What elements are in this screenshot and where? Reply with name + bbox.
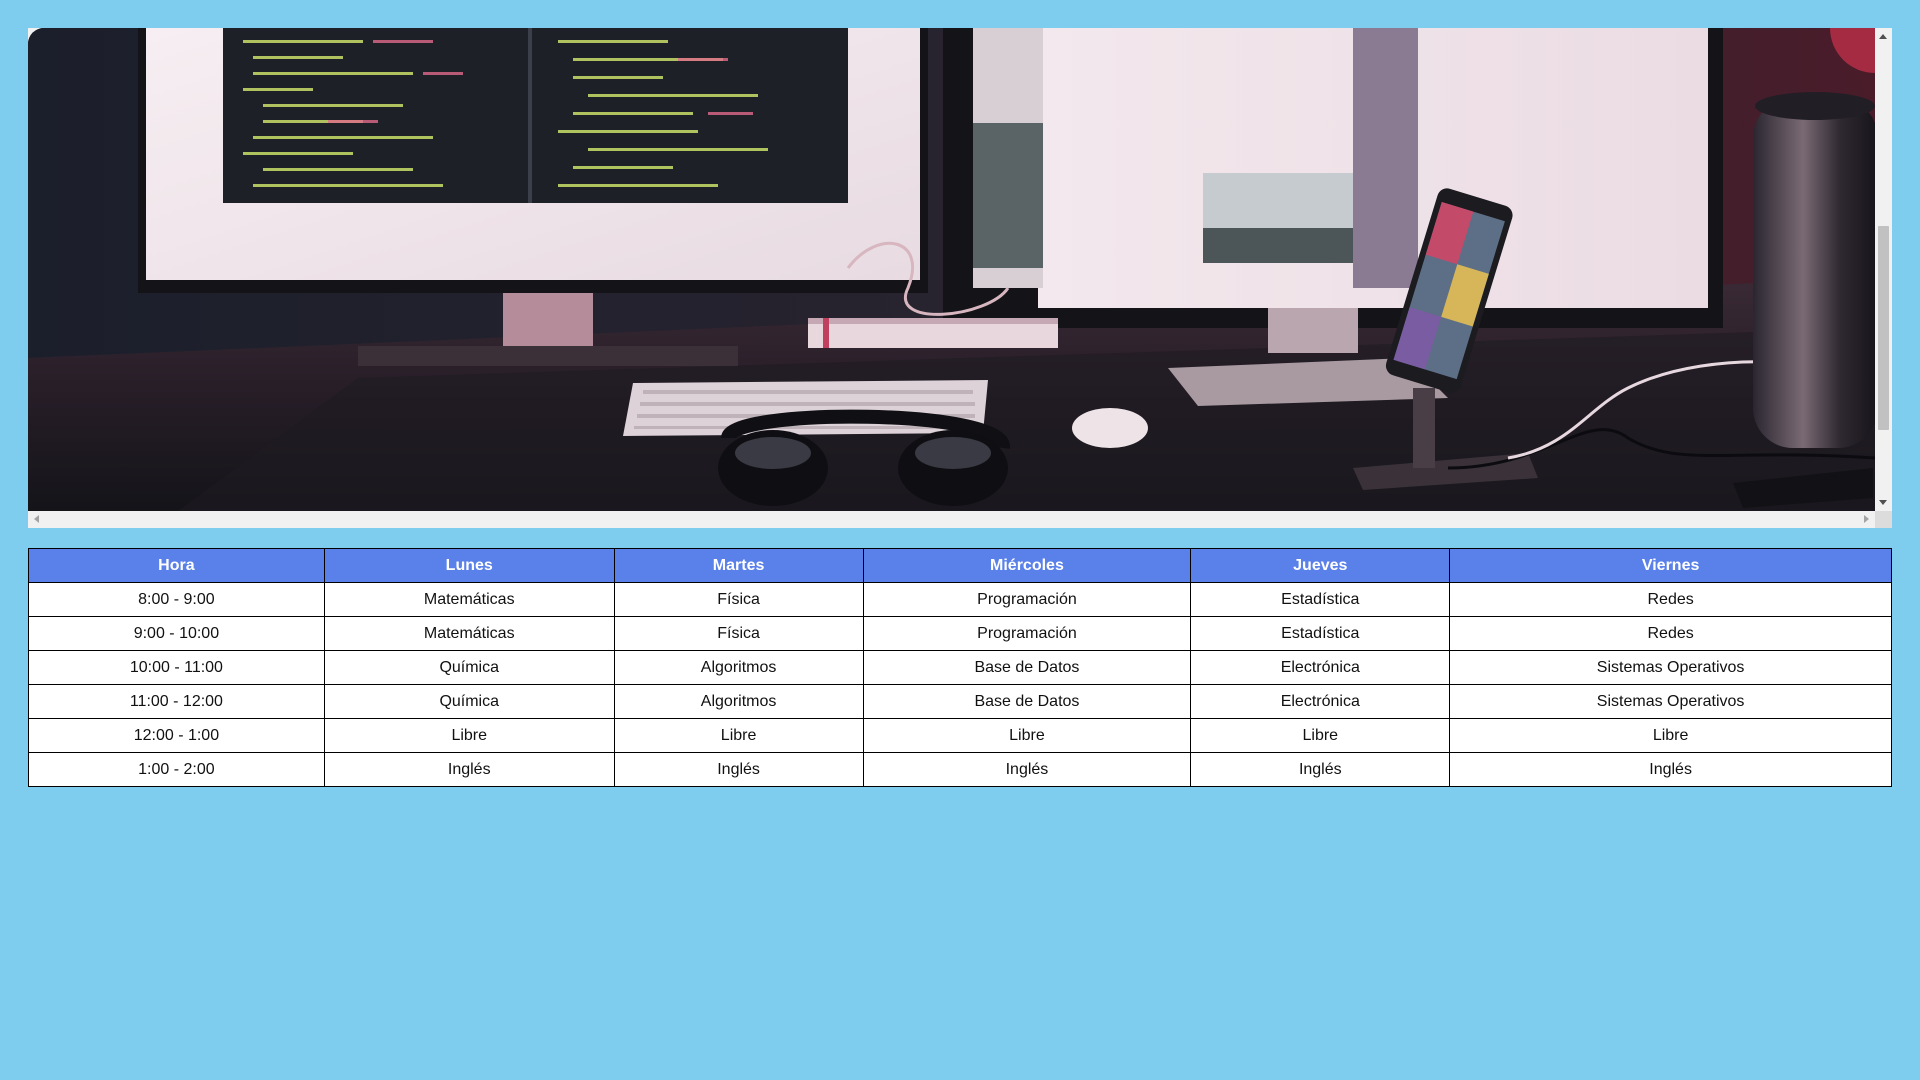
schedule-body: 8:00 - 9:00 Matemáticas Física Programac… — [28, 582, 1892, 787]
vertical-scrollbar[interactable] — [1875, 28, 1892, 511]
cell-hora: 9:00 - 10:00 — [28, 616, 325, 651]
schedule-header: Hora Lunes Martes Miércoles Jueves Viern… — [28, 548, 1892, 583]
scroll-right-arrow-icon[interactable] — [1864, 515, 1869, 523]
cell-lunes: Química — [323, 684, 615, 719]
desk-setup-photo — [28, 28, 1875, 511]
cell-viernes: Redes — [1449, 616, 1892, 651]
horizontal-scrollbar[interactable] — [28, 511, 1875, 528]
cell-jueves: Electrónica — [1190, 684, 1451, 719]
cell-martes: Algoritmos — [613, 650, 864, 685]
table-row: 9:00 - 10:00 Matemáticas Física Programa… — [28, 616, 1892, 651]
cell-martes: Física — [613, 616, 864, 651]
banner-image-frame — [28, 28, 1892, 528]
cell-martes: Inglés — [613, 752, 864, 787]
header-hora: Hora — [28, 548, 325, 583]
cell-miercoles: Programación — [862, 582, 1192, 617]
cell-jueves: Estadística — [1190, 582, 1451, 617]
cell-viernes: Redes — [1449, 582, 1892, 617]
cell-viernes: Inglés — [1449, 752, 1892, 787]
cell-martes: Libre — [613, 718, 864, 753]
cell-hora: 12:00 - 1:00 — [28, 718, 325, 753]
cell-lunes: Matemáticas — [323, 582, 615, 617]
cell-lunes: Libre — [323, 718, 615, 753]
cell-miercoles: Programación — [862, 616, 1192, 651]
cell-lunes: Química — [323, 650, 615, 685]
cell-martes: Algoritmos — [613, 684, 864, 719]
cell-miercoles: Base de Datos — [862, 684, 1192, 719]
scroll-down-arrow-icon[interactable] — [1879, 500, 1887, 505]
cell-jueves: Electrónica — [1190, 650, 1451, 685]
cell-martes: Física — [613, 582, 864, 617]
cell-jueves: Libre — [1190, 718, 1451, 753]
header-miercoles: Miércoles — [862, 548, 1192, 583]
header-martes: Martes — [613, 548, 864, 583]
cell-viernes: Sistemas Operativos — [1449, 684, 1892, 719]
page: Hora Lunes Martes Miércoles Jueves Viern… — [0, 0, 1920, 1080]
cell-miercoles: Base de Datos — [862, 650, 1192, 685]
cell-jueves: Estadística — [1190, 616, 1451, 651]
table-row: 8:00 - 9:00 Matemáticas Física Programac… — [28, 582, 1892, 617]
schedule-table: Hora Lunes Martes Miércoles Jueves Viern… — [28, 548, 1892, 787]
cell-lunes: Inglés — [323, 752, 615, 787]
table-row: 11:00 - 12:00 Química Algoritmos Base de… — [28, 684, 1892, 719]
scroll-left-arrow-icon[interactable] — [34, 515, 39, 523]
cell-miercoles: Inglés — [862, 752, 1192, 787]
cell-hora: 8:00 - 9:00 — [28, 582, 325, 617]
cell-hora: 10:00 - 11:00 — [28, 650, 325, 685]
table-row: 1:00 - 2:00 Inglés Inglés Inglés Inglés … — [28, 752, 1892, 787]
header-lunes: Lunes — [323, 548, 615, 583]
vertical-scrollbar-thumb[interactable] — [1878, 226, 1889, 430]
header-jueves: Jueves — [1190, 548, 1451, 583]
cell-jueves: Inglés — [1190, 752, 1451, 787]
header-row: Hora Lunes Martes Miércoles Jueves Viern… — [28, 548, 1892, 583]
table-row: 10:00 - 11:00 Química Algoritmos Base de… — [28, 650, 1892, 685]
cell-miercoles: Libre — [862, 718, 1192, 753]
header-viernes: Viernes — [1449, 548, 1892, 583]
cell-viernes: Sistemas Operativos — [1449, 650, 1892, 685]
cell-viernes: Libre — [1449, 718, 1892, 753]
table-row: 12:00 - 1:00 Libre Libre Libre Libre Lib… — [28, 718, 1892, 753]
banner-image — [28, 28, 1875, 511]
cell-hora: 1:00 - 2:00 — [28, 752, 325, 787]
cell-lunes: Matemáticas — [323, 616, 615, 651]
cell-hora: 11:00 - 12:00 — [28, 684, 325, 719]
scrollbar-corner — [1875, 511, 1892, 528]
scroll-up-arrow-icon[interactable] — [1879, 34, 1887, 39]
